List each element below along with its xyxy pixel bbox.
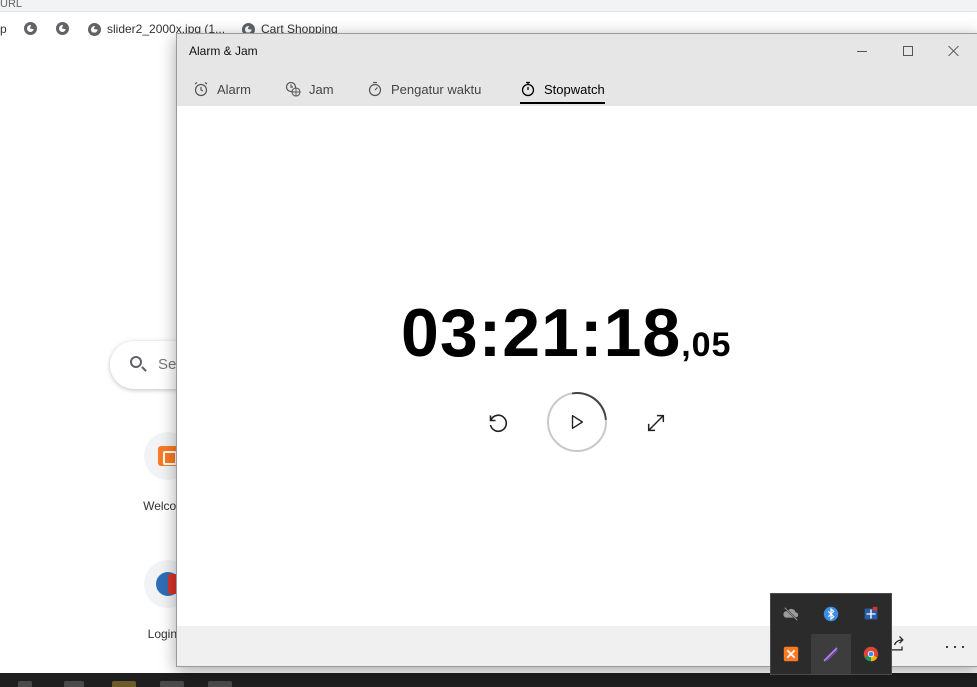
taskbar-app-icon[interactable] <box>160 681 184 687</box>
tab-label: Alarm <box>217 81 251 97</box>
search-placeholder: Se <box>158 356 177 373</box>
browser-toolbar: URL ☆ <box>0 0 977 12</box>
window-title: Alarm & Jam <box>189 44 258 58</box>
chrome-icon[interactable] <box>851 634 891 674</box>
tray-overflow-popup <box>770 593 892 675</box>
world-clock-icon <box>285 81 301 97</box>
alarm-jam-window: Alarm & Jam Alarm Jam Pengatur waktu Sto… <box>176 33 977 667</box>
title-bar: Alarm & Jam <box>177 34 977 68</box>
start-button[interactable] <box>547 392 607 452</box>
close-icon <box>948 45 960 57</box>
stopwatch-display: 03:21:18,05 <box>401 294 731 372</box>
taskbar-app-icon[interactable] <box>112 681 136 687</box>
more-options-button[interactable]: ··· <box>941 632 971 660</box>
globe-icon <box>56 22 69 35</box>
maximize-icon <box>903 46 913 56</box>
tab-stopwatch[interactable]: Stopwatch <box>520 76 605 104</box>
bookmark-item[interactable]: p <box>0 22 7 36</box>
url-fragment[interactable]: URL <box>0 0 22 10</box>
expand-button[interactable] <box>641 408 671 438</box>
pen-icon[interactable] <box>811 634 851 674</box>
reset-button[interactable] <box>483 408 513 438</box>
tab-alarm[interactable]: Alarm <box>193 76 251 102</box>
search-icon[interactable] <box>18 681 32 687</box>
timer-icon <box>368 81 382 97</box>
taskbar-app-icon[interactable] <box>64 681 84 687</box>
stopwatch-time: 03:21:18 <box>401 295 682 371</box>
bookmark-item[interactable] <box>24 22 37 35</box>
alarm-clock-icon <box>194 82 208 97</box>
network-app-icon[interactable] <box>851 594 891 634</box>
tab-jam[interactable]: Jam <box>285 76 334 102</box>
taskbar-app-icon[interactable] <box>208 681 232 687</box>
onedrive-offline-icon[interactable] <box>771 594 811 634</box>
tab-label: Stopwatch <box>544 81 605 97</box>
xampp-icon <box>158 446 178 466</box>
desktop: URL ☆ p slider2_2000x.jpg (1... Cart Sho… <box>0 0 977 687</box>
tab-pengatur-waktu[interactable]: Pengatur waktu <box>367 76 481 102</box>
taskbar <box>0 673 977 687</box>
close-button[interactable] <box>931 38 977 64</box>
tab-label: Pengatur waktu <box>391 81 482 97</box>
progress-ring <box>542 387 612 457</box>
bluetooth-icon[interactable] <box>811 594 851 634</box>
tab-bar: Alarm Jam Pengatur waktu Stopwatch <box>177 68 977 106</box>
minimize-button[interactable] <box>839 38 885 64</box>
minimize-icon <box>857 50 867 52</box>
stopwatch-fraction: ,05 <box>681 326 732 364</box>
maximize-button[interactable] <box>885 38 931 64</box>
reset-icon <box>489 414 508 433</box>
bookmark-item[interactable] <box>56 22 69 35</box>
expand-icon <box>647 414 665 432</box>
xampp-icon[interactable] <box>771 634 811 674</box>
search-icon <box>130 356 142 368</box>
globe-icon <box>24 22 37 35</box>
stopwatch-icon <box>521 81 535 97</box>
globe-icon <box>88 22 101 36</box>
tab-label: Jam <box>309 81 334 97</box>
